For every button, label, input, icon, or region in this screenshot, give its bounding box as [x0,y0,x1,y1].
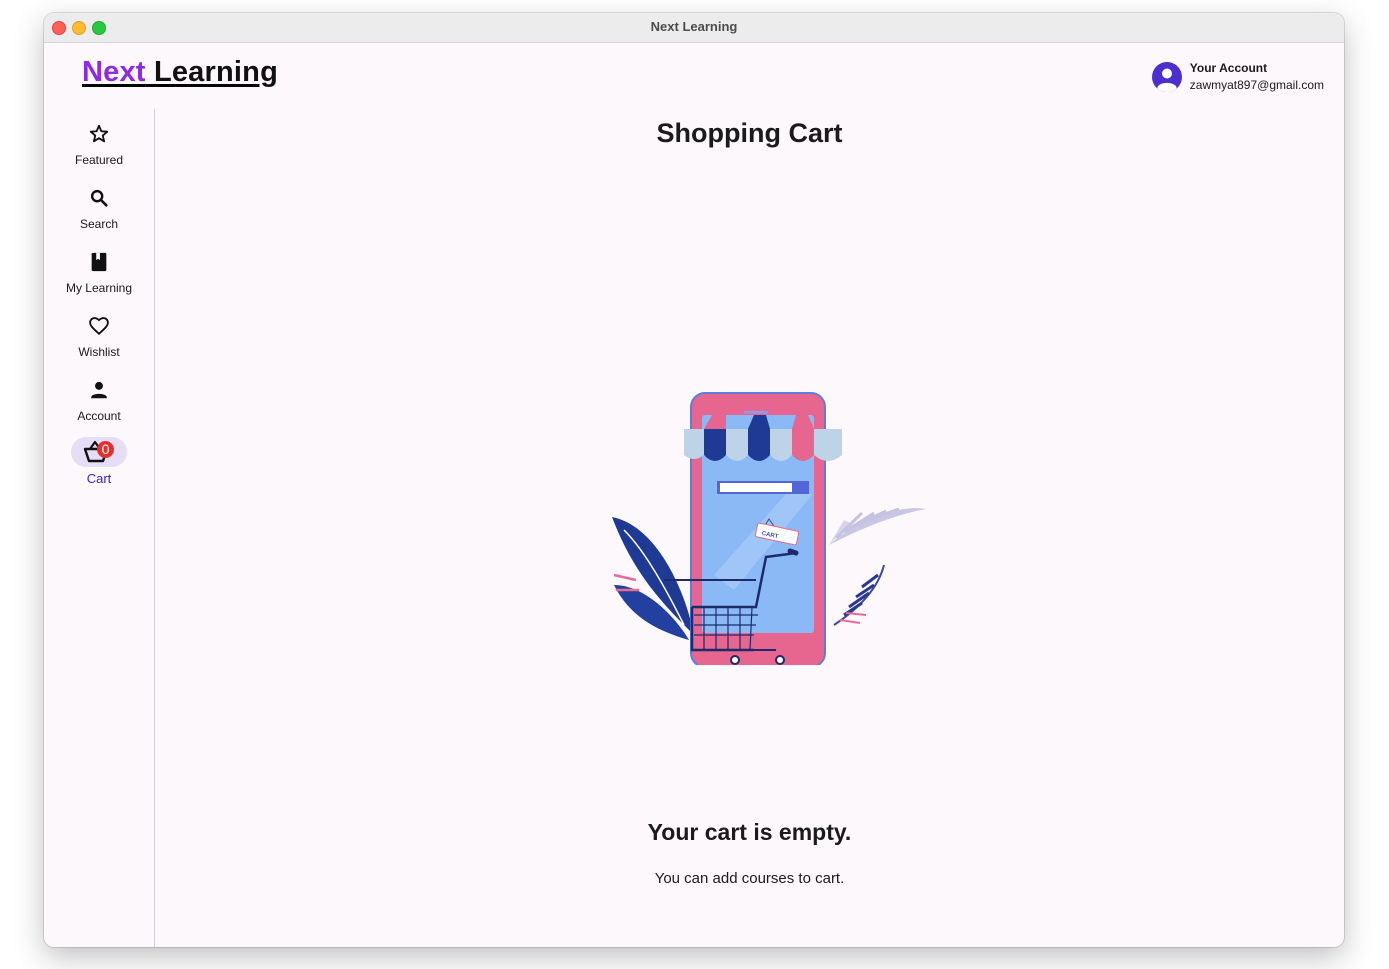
nav-item-account[interactable]: Account [44,375,154,423]
nav-label-search: Search [79,217,119,231]
account-header[interactable]: Your Account zawmyat897@gmail.com [1151,60,1324,94]
nav-label-featured: Featured [74,153,124,167]
nav-label-account: Account [77,409,121,423]
nav-item-wishlist[interactable]: Wishlist [44,311,154,359]
star-outline-icon [71,119,127,149]
book-icon [71,247,127,277]
nav-item-search[interactable]: Search [44,183,154,231]
nav-item-featured[interactable]: Featured [44,119,154,167]
cart-count-badge: 0 [97,441,114,458]
leaf-right-icon [829,507,926,626]
account-avatar-icon [1151,62,1182,92]
empty-cart-title: Your cart is empty. [647,819,852,845]
account-title: Your Account [1189,61,1268,75]
nav-label-cart: Cart [86,471,112,486]
page-title: Shopping Cart [656,118,843,148]
window-title: Next Learning [650,19,738,34]
phone-store-icon: CART [684,392,842,668]
person-icon [71,375,127,405]
nav-label-my-learning: My Learning [65,281,133,295]
empty-cart-illustration: CART [544,375,987,672]
nav-item-cart[interactable]: 0 Cart [44,437,154,486]
heart-outline-icon [71,311,127,341]
account-email: zawmyat897@gmail.com [1189,78,1324,92]
app-window: Next Learning Next Learning Your Account… [44,13,1344,947]
basket-icon: 0 [71,437,127,467]
leaf-left-icon [612,517,694,640]
logo-part-learning: Learning [153,56,278,88]
nav-label-wishlist: Wishlist [78,345,120,359]
logo-part-next: Next [82,56,146,88]
empty-cart-subtitle: You can add courses to cart. [654,870,845,887]
title-bar: Next Learning [44,13,1344,43]
search-icon [71,183,127,213]
app-logo[interactable]: Next Learning [82,56,278,89]
nav-item-my-learning[interactable]: My Learning [44,247,154,295]
